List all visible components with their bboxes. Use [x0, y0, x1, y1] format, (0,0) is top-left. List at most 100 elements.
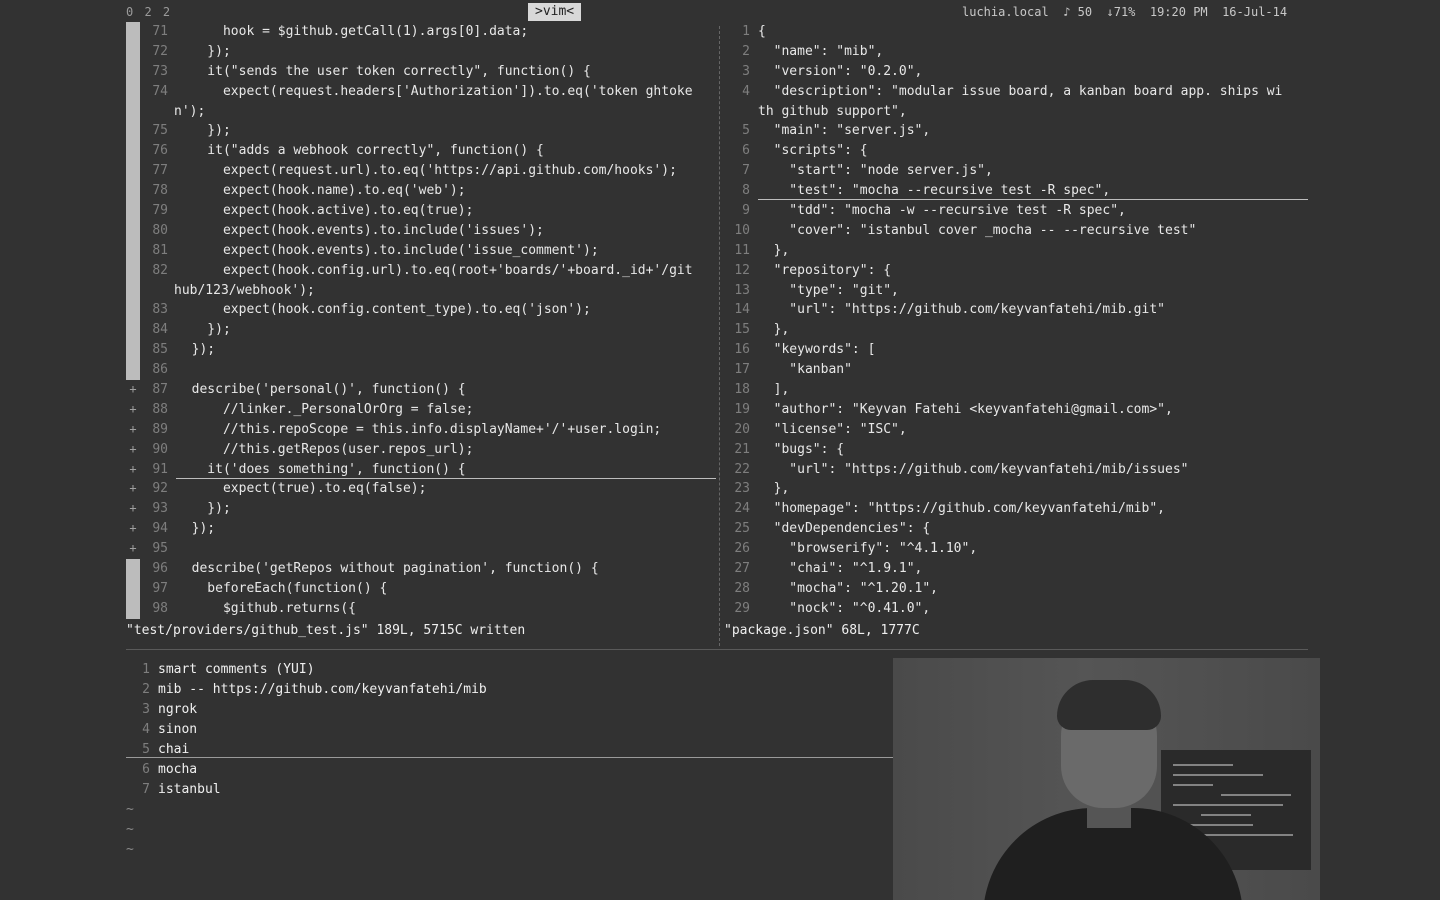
code-text[interactable]: });: [176, 42, 231, 62]
code-line[interactable]: 86: [126, 360, 718, 381]
code-line[interactable]: 75 });: [126, 121, 718, 142]
code-text[interactable]: "type": "git",: [758, 281, 899, 301]
code-line[interactable]: 17 "kanban": [730, 360, 1310, 380]
code-line[interactable]: 26 "browserify": "^4.1.10",: [730, 539, 1310, 559]
code-line[interactable]: 13 "type": "git",: [730, 281, 1310, 301]
code-line[interactable]: 10 "cover": "istanbul cover _mocha -- --…: [730, 221, 1310, 241]
code-text[interactable]: });: [176, 121, 231, 141]
code-line[interactable]: 28 "mocha": "^1.20.1",: [730, 579, 1310, 599]
code-text[interactable]: });: [176, 340, 216, 360]
note-line[interactable]: 7 istanbul: [126, 780, 886, 800]
code-line[interactable]: 3 "version": "0.2.0",: [730, 62, 1310, 82]
editor-pane-left[interactable]: 71 hook = $github.getCall(1).args[0].dat…: [126, 22, 718, 622]
code-text[interactable]: hub/123/webhook');: [174, 281, 315, 301]
code-line[interactable]: 7 "start": "node server.js",: [730, 161, 1310, 181]
code-text[interactable]: expect(request.url).to.eq('https://api.g…: [176, 161, 677, 181]
code-line[interactable]: 85 });: [126, 340, 718, 361]
code-line[interactable]: 72 });: [126, 41, 718, 62]
code-text[interactable]: beforeEach(function() {: [176, 579, 387, 599]
code-text[interactable]: "start": "node server.js",: [758, 161, 993, 181]
note-line[interactable]: 6 mocha: [126, 760, 886, 780]
code-line[interactable]: 29 "nock": "^0.41.0",: [730, 599, 1310, 619]
code-line[interactable]: 9 "tdd": "mocha -w --recursive test -R s…: [730, 201, 1310, 221]
note-text[interactable]: ngrok: [158, 700, 197, 720]
code-line[interactable]: +92 expect(true).to.eq(false);: [126, 479, 718, 499]
code-text[interactable]: expect(hook.config.content_type).to.eq('…: [176, 300, 591, 320]
code-text[interactable]: });: [176, 499, 231, 519]
code-line[interactable]: 22 "url": "https://github.com/keyvanfate…: [730, 460, 1310, 480]
code-text[interactable]: "devDependencies": {: [758, 519, 931, 539]
code-line[interactable]: 14 "url": "https://github.com/keyvanfate…: [730, 300, 1310, 320]
note-line[interactable]: 3 ngrok: [126, 700, 886, 720]
code-line[interactable]: +94 });: [126, 519, 718, 539]
code-text[interactable]: "homepage": "https://github.com/keyvanfa…: [758, 499, 1165, 519]
code-text[interactable]: hook = $github.getCall(1).args[0].data;: [176, 22, 528, 42]
code-line[interactable]: +90 //this.getRepos(user.repos_url);: [126, 440, 718, 460]
code-line[interactable]: th github support",: [730, 102, 1310, 122]
code-text[interactable]: "license": "ISC",: [758, 420, 907, 440]
code-text[interactable]: //this.getRepos(user.repos_url);: [176, 440, 473, 460]
code-line[interactable]: 23 },: [730, 479, 1310, 499]
note-text[interactable]: mib -- https://github.com/keyvanfatehi/m…: [158, 680, 487, 700]
note-text[interactable]: mocha: [158, 760, 197, 780]
code-line[interactable]: 1{: [730, 22, 1310, 42]
note-text[interactable]: sinon: [158, 720, 197, 740]
code-line[interactable]: 16 "keywords": [: [730, 340, 1310, 360]
code-line[interactable]: 73 it("sends the user token correctly", …: [126, 61, 718, 82]
code-text[interactable]: "chai": "^1.9.1",: [758, 559, 922, 579]
code-line[interactable]: 20 "license": "ISC",: [730, 420, 1310, 440]
note-text[interactable]: smart comments (YUI): [158, 660, 315, 680]
code-text[interactable]: expect(true).to.eq(false);: [176, 479, 427, 499]
code-line[interactable]: 98 $github.returns({: [126, 598, 718, 619]
code-text[interactable]: ],: [758, 380, 790, 400]
code-text[interactable]: "tdd": "mocha -w --recursive test -R spe…: [758, 201, 1126, 221]
code-text[interactable]: });: [176, 320, 231, 340]
code-line[interactable]: +87 describe('personal()', function() {: [126, 380, 718, 400]
code-line[interactable]: 82 expect(hook.config.url).to.eq(root+'b…: [126, 260, 718, 281]
code-line[interactable]: +95: [126, 539, 718, 559]
code-line[interactable]: 11 },: [730, 241, 1310, 261]
code-line[interactable]: 78 expect(hook.name).to.eq('web');: [126, 181, 718, 202]
code-text[interactable]: it("adds a webhook correctly", function(…: [176, 141, 544, 161]
code-text[interactable]: expect(hook.events).to.include('issue_co…: [176, 241, 599, 261]
code-text[interactable]: //linker._PersonalOrOrg = false;: [176, 400, 473, 420]
code-text[interactable]: "main": "server.js",: [758, 121, 931, 141]
note-line[interactable]: 4 sinon: [126, 720, 886, 740]
code-line[interactable]: hub/123/webhook');: [126, 280, 718, 301]
code-text[interactable]: "scripts": {: [758, 141, 868, 161]
code-line[interactable]: 6 "scripts": {: [730, 141, 1310, 161]
code-text[interactable]: n');: [174, 102, 205, 122]
code-text[interactable]: "browserify": "^4.1.10",: [758, 539, 977, 559]
code-line[interactable]: 77 expect(request.url).to.eq('https://ap…: [126, 161, 718, 182]
vertical-split-divider[interactable]: [719, 26, 720, 646]
code-text[interactable]: //this.repoScope = this.info.displayName…: [176, 420, 661, 440]
code-line[interactable]: 27 "chai": "^1.9.1",: [730, 559, 1310, 579]
code-line[interactable]: 21 "bugs": {: [730, 440, 1310, 460]
code-text[interactable]: it('does something', function() {: [176, 460, 465, 480]
tmux-active-window-title[interactable]: >vim<: [528, 3, 582, 21]
code-line[interactable]: 96 describe('getRepos without pagination…: [126, 559, 718, 579]
code-text[interactable]: "repository": {: [758, 261, 891, 281]
code-text[interactable]: describe('personal()', function() {: [176, 380, 466, 400]
tmux-window-list[interactable]: 0 2 2: [126, 5, 172, 19]
code-line[interactable]: n');: [126, 101, 718, 122]
code-text[interactable]: "author": "Keyvan Fatehi <keyvanfatehi@g…: [758, 400, 1173, 420]
code-line[interactable]: 84 });: [126, 320, 718, 341]
code-line[interactable]: 15 },: [730, 320, 1310, 340]
code-line[interactable]: +88 //linker._PersonalOrOrg = false;: [126, 400, 718, 420]
code-text[interactable]: expect(hook.events).to.include('issues')…: [176, 221, 544, 241]
code-text[interactable]: expect(request.headers['Authorization'])…: [176, 82, 693, 102]
code-line[interactable]: 76 it("adds a webhook correctly", functi…: [126, 141, 718, 162]
code-line[interactable]: +93 });: [126, 499, 718, 519]
code-line[interactable]: 2 "name": "mib",: [730, 42, 1310, 62]
code-text[interactable]: {: [758, 22, 766, 42]
code-text[interactable]: "url": "https://github.com/keyvanfatehi/…: [758, 300, 1165, 320]
code-text[interactable]: "name": "mib",: [758, 42, 884, 62]
editor-pane-right[interactable]: 1{2 "name": "mib", 3 "version": "0.2.0", 4…: [730, 22, 1310, 622]
code-text[interactable]: it("sends the user token correctly", fun…: [176, 62, 591, 82]
code-text[interactable]: "cover": "istanbul cover _mocha -- --rec…: [758, 221, 1196, 241]
horizontal-split-divider[interactable]: [126, 649, 1308, 650]
code-line[interactable]: 25 "devDependencies": {: [730, 519, 1310, 539]
code-text[interactable]: },: [758, 241, 790, 261]
code-text[interactable]: expect(hook.config.url).to.eq(root+'boar…: [176, 261, 693, 281]
